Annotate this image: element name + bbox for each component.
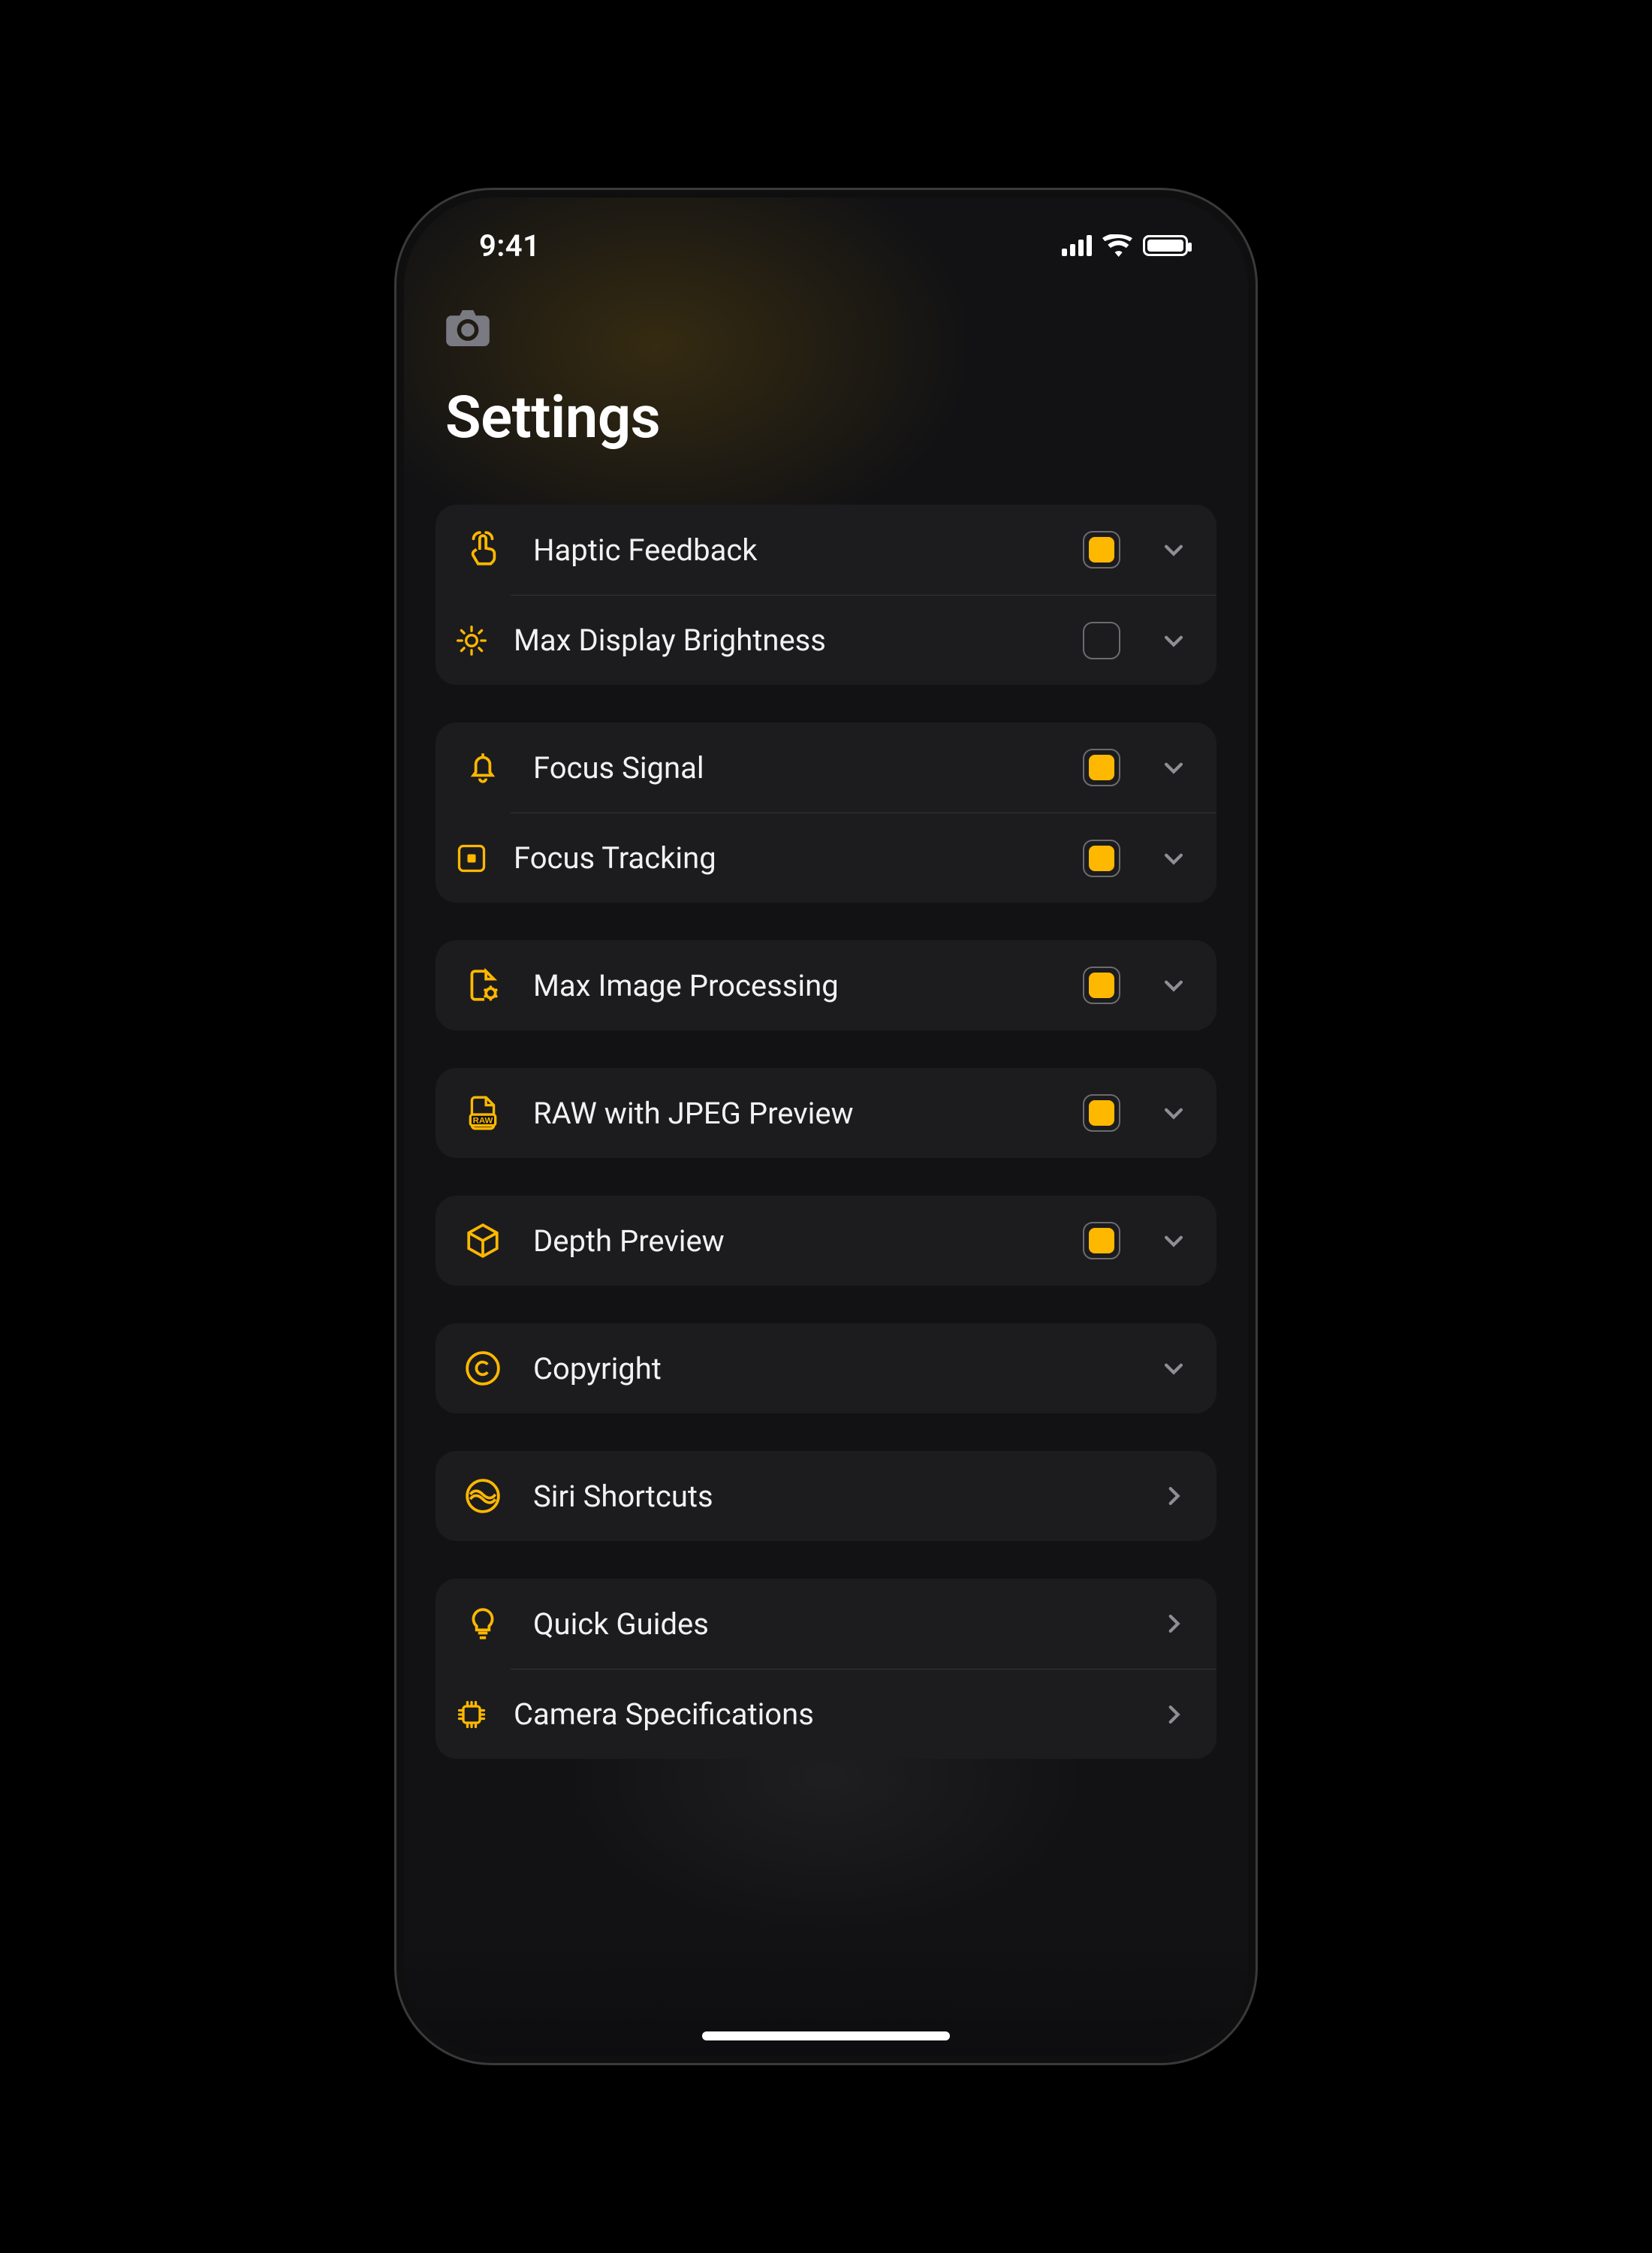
checkbox[interactable] xyxy=(1083,967,1120,1004)
row-label: Copyright xyxy=(533,1351,1120,1386)
row-label: Quick Guides xyxy=(533,1606,1120,1642)
stage: 9:41 Settings xyxy=(0,0,1652,2253)
status-time: 9:41 xyxy=(479,228,540,264)
chevron-down-icon[interactable] xyxy=(1156,623,1191,658)
cube-icon xyxy=(455,1222,511,1259)
row-haptic-feedback[interactable]: Haptic Feedback xyxy=(436,505,1216,595)
chevron-down-icon[interactable] xyxy=(1156,968,1191,1003)
battery-icon xyxy=(1143,235,1188,256)
checkbox[interactable] xyxy=(1083,622,1120,659)
row-siri-shortcuts[interactable]: Siri Shortcuts xyxy=(436,1451,1216,1541)
file-gear-icon xyxy=(455,967,511,1004)
group-siri: Siri Shortcuts xyxy=(436,1451,1216,1541)
row-focus-tracking[interactable]: Focus Tracking xyxy=(511,813,1216,903)
chevron-down-icon[interactable] xyxy=(1156,1351,1191,1386)
row-camera-specs[interactable]: Camera Specifications xyxy=(511,1669,1216,1759)
group-raw: RAW RAW with JPEG Preview xyxy=(436,1068,1216,1158)
row-quick-guides[interactable]: Quick Guides xyxy=(436,1579,1216,1669)
bulb-icon xyxy=(455,1605,511,1642)
chevron-right-icon[interactable] xyxy=(1156,1479,1191,1513)
siri-icon xyxy=(455,1477,511,1515)
chevron-down-icon[interactable] xyxy=(1156,1096,1191,1130)
bell-icon xyxy=(455,749,511,786)
raw-file-icon: RAW xyxy=(455,1094,511,1132)
group-copyright: Copyright xyxy=(436,1323,1216,1413)
row-label: Max Display Brightness xyxy=(514,623,1060,658)
checkbox[interactable] xyxy=(1083,1222,1120,1259)
sun-icon xyxy=(436,622,491,659)
row-label: Focus Tracking xyxy=(514,840,1060,876)
row-label: Focus Signal xyxy=(533,750,1060,786)
cellular-icon xyxy=(1062,235,1092,256)
checkbox[interactable] xyxy=(1083,749,1120,786)
screen: 9:41 Settings xyxy=(404,198,1248,2055)
row-max-processing[interactable]: Max Image Processing xyxy=(436,940,1216,1030)
checkbox[interactable] xyxy=(1083,1094,1120,1132)
group-depth: Depth Preview xyxy=(436,1196,1216,1286)
chevron-down-icon[interactable] xyxy=(1156,532,1191,567)
group-processing: Max Image Processing xyxy=(436,940,1216,1030)
copyright-icon xyxy=(455,1350,511,1387)
chevron-right-icon[interactable] xyxy=(1156,1606,1191,1641)
page-title: Settings xyxy=(445,384,1207,452)
settings-list: Haptic Feedback Max Di xyxy=(404,505,1248,1759)
row-depth-preview[interactable]: Depth Preview xyxy=(436,1196,1216,1286)
row-max-brightness[interactable]: Max Display Brightness xyxy=(511,595,1216,685)
group-info: Quick Guides Camera Specifications xyxy=(436,1579,1216,1759)
wifi-icon xyxy=(1102,234,1132,257)
row-label: Haptic Feedback xyxy=(533,532,1060,568)
svg-text:RAW: RAW xyxy=(473,1117,493,1126)
status-bar: 9:41 xyxy=(404,198,1248,280)
chevron-down-icon[interactable] xyxy=(1156,1223,1191,1258)
group-general: Haptic Feedback Max Di xyxy=(436,505,1216,685)
camera-icon[interactable] xyxy=(445,310,490,346)
chevron-right-icon[interactable] xyxy=(1156,1697,1191,1732)
row-raw-jpeg[interactable]: RAW RAW with JPEG Preview xyxy=(436,1068,1216,1158)
group-focus: Focus Signal Focus Tra xyxy=(436,722,1216,903)
row-label: Max Image Processing xyxy=(533,968,1060,1003)
chevron-down-icon[interactable] xyxy=(1156,841,1191,876)
checkbox[interactable] xyxy=(1083,840,1120,877)
touch-icon xyxy=(455,531,511,569)
row-label: Camera Specifications xyxy=(514,1697,1120,1732)
cpu-icon xyxy=(436,1696,491,1733)
chevron-down-icon[interactable] xyxy=(1156,750,1191,785)
row-focus-signal[interactable]: Focus Signal xyxy=(436,722,1216,813)
checkbox[interactable] xyxy=(1083,531,1120,569)
home-indicator[interactable] xyxy=(702,2031,950,2040)
row-label: RAW with JPEG Preview xyxy=(533,1096,1060,1131)
phone-frame: 9:41 Settings xyxy=(394,188,1258,2065)
row-label: Depth Preview xyxy=(533,1223,1060,1259)
target-square-icon xyxy=(436,840,491,877)
row-copyright[interactable]: Copyright xyxy=(436,1323,1216,1413)
app-header: Settings xyxy=(404,280,1248,475)
row-label: Siri Shortcuts xyxy=(533,1479,1120,1514)
status-icons xyxy=(1062,234,1188,257)
